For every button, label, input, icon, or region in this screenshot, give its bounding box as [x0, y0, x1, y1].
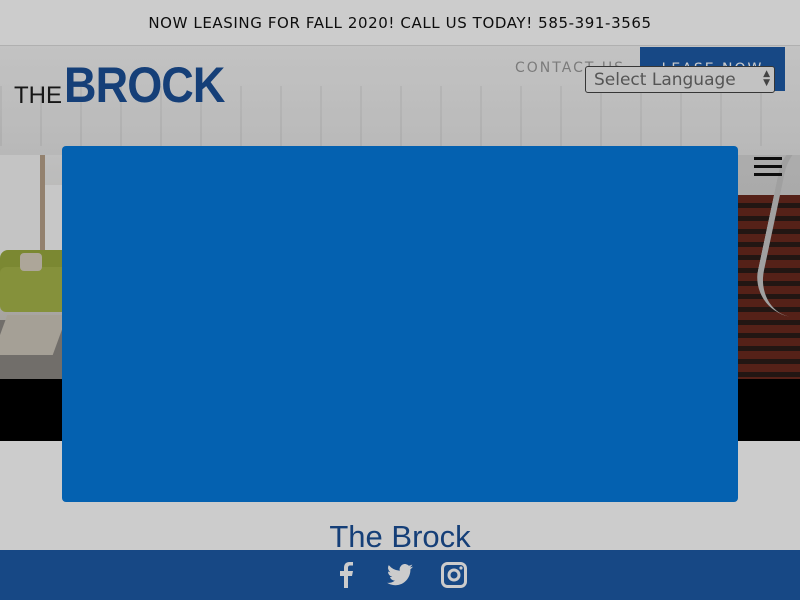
popup-modal[interactable]	[62, 146, 738, 502]
